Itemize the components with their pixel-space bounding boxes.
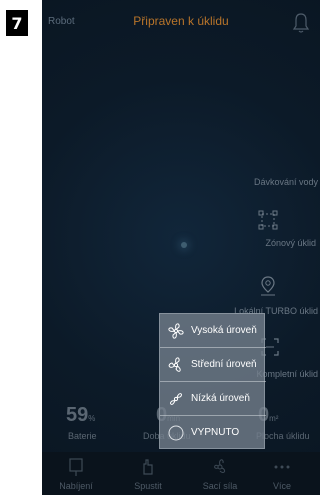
status-title: Připraven k úklidu [133,14,229,28]
fan-icon [214,459,226,473]
robot-position-marker [181,242,187,248]
step-number-badge: 7 [6,10,28,36]
suction-off-option[interactable]: VYPNUTO [160,416,266,450]
bell-icon[interactable] [292,12,310,34]
cleaned-area-unit: m² [269,414,279,423]
charging-button[interactable]: Nabíjení [46,452,106,495]
fan-low-icon [170,393,182,405]
power-off-icon [168,425,184,441]
suction-medium-label: Střední úroveň [191,359,257,370]
suction-off-label: VYPNUTO [191,427,240,438]
zone-cleaning-icon[interactable] [258,210,278,230]
zone-cleaning-label[interactable]: Zónový úklid [265,238,316,248]
battery-value: 59% [66,404,96,426]
start-label: Spustit [134,481,162,491]
start-button[interactable]: Spustit [118,452,178,495]
suction-medium-option[interactable]: Střední úroveň [160,348,266,382]
more-label: Více [272,481,291,491]
more-button[interactable]: Více [252,452,312,495]
more-dots-icon [274,465,290,469]
bottom-navigation: Nabíjení Spustit Sací síla Více [42,452,320,495]
start-hand-icon [143,459,153,475]
suction-low-option[interactable]: Nízká úroveň [160,382,266,416]
battery-label: Baterie [68,431,97,441]
suction-high-label: Vysoká úroveň [191,325,257,336]
top-bar: Robot Připraven k úklidu [42,0,320,46]
suction-low-label: Nízká úroveň [191,393,250,404]
app-screen: Robot Připraven k úklidu Dávkování vody … [42,0,320,495]
fan-medium-icon [168,357,181,372]
water-dosing-label[interactable]: Dávkování vody [254,177,318,187]
suction-high-option[interactable]: Vysoká úroveň [160,314,266,348]
charging-label: Nabíjení [59,481,93,491]
location-pin-icon[interactable] [258,275,278,297]
suction-power-label: Sací síla [202,481,238,491]
charging-dock-icon [69,458,83,476]
fan-high-icon [168,323,184,339]
suction-power-button[interactable]: Sací síla [190,452,250,495]
suction-power-menu: Vysoká úroveň Střední úroveň Nízká úrove… [159,313,266,450]
battery-unit: % [88,414,96,423]
